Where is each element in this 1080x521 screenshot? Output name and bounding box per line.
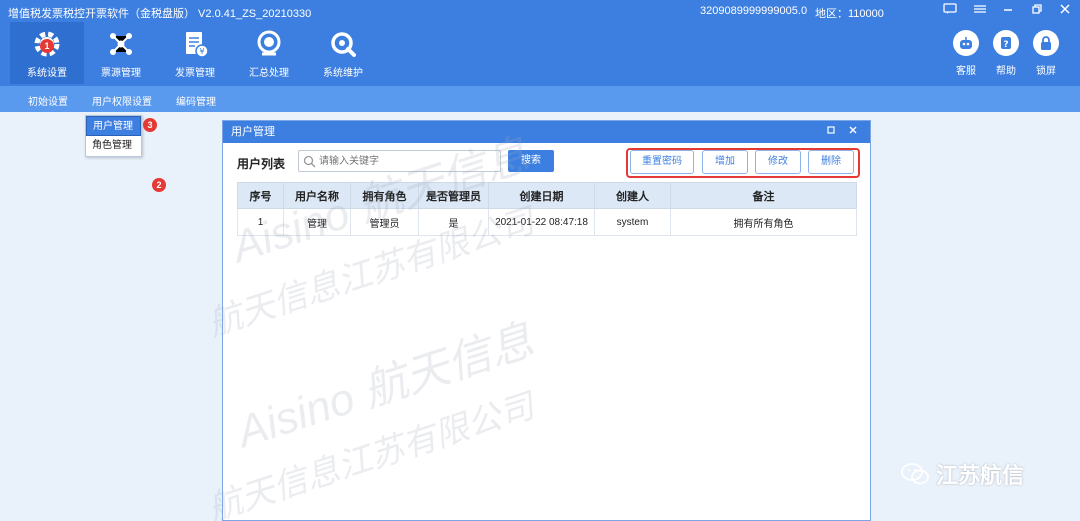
- column-header[interactable]: 拥有角色: [350, 182, 419, 209]
- table-cell: 2021-01-22 08:47:18: [488, 208, 595, 236]
- step-badge: 3: [143, 118, 157, 132]
- step-badge: 2: [152, 178, 166, 192]
- nav-label: 系统维护: [323, 68, 363, 79]
- add-button[interactable]: 增加: [702, 150, 748, 174]
- table-header-row: 序号 用户名称 拥有角色 是否管理员 创建日期 创建人 备注: [237, 182, 857, 209]
- user-management-window: 用户管理 用户列表 搜索 重置密码 增加 修改 删除 序号 用户名称 拥有角色 …: [222, 120, 871, 521]
- help-button[interactable]: ? 帮助: [986, 30, 1026, 77]
- menu-icon[interactable]: [970, 3, 990, 18]
- restore-icon[interactable]: [1027, 3, 1047, 18]
- lock-icon: [1041, 36, 1051, 50]
- subnav-user-permissions[interactable]: 用户权限设置: [92, 93, 152, 108]
- window-title-bar: 用户管理: [223, 121, 870, 143]
- right-btn-label: 客服: [956, 66, 976, 77]
- window-title: 用户管理: [231, 126, 275, 138]
- network-icon: [110, 33, 132, 55]
- right-btn-label: 帮助: [996, 66, 1016, 77]
- subnav-initial-settings[interactable]: 初始设置: [28, 93, 68, 108]
- nav-system-settings[interactable]: 系统设置 1: [10, 22, 84, 84]
- step-badge: 1: [40, 39, 54, 53]
- dropdown-item-user-management[interactable]: 用户管理: [86, 116, 141, 136]
- user-table: 序号 用户名称 拥有角色 是否管理员 创建日期 创建人 备注 1 管理 管理员 …: [237, 182, 857, 236]
- top-bar: 增值税发票税控开票软件（金税盘版） V2.0.41_ZS_20210330 32…: [0, 0, 1080, 86]
- search-input[interactable]: [319, 153, 497, 169]
- column-header[interactable]: 创建日期: [488, 182, 595, 209]
- column-header[interactable]: 备注: [670, 182, 857, 209]
- column-header[interactable]: 创建人: [594, 182, 671, 209]
- table-cell: 拥有所有角色: [670, 208, 857, 236]
- svg-text:?: ?: [1003, 40, 1008, 50]
- nav-label: 汇总处理: [249, 68, 289, 79]
- subnav-code-management[interactable]: 编码管理: [176, 93, 216, 108]
- search-button[interactable]: 搜索: [508, 150, 554, 172]
- summary-icon: [257, 30, 281, 56]
- table-cell: 1: [237, 208, 284, 236]
- column-header[interactable]: 序号: [237, 182, 284, 209]
- window-close-icon[interactable]: [842, 121, 864, 143]
- wechat-icon: [901, 463, 929, 485]
- column-header[interactable]: 是否管理员: [418, 182, 489, 209]
- nav-invoice-management[interactable]: ¥ 发票管理: [158, 22, 232, 84]
- close-icon[interactable]: [1055, 3, 1075, 18]
- permissions-dropdown: 用户管理 角色管理: [85, 115, 142, 157]
- minimize-icon[interactable]: [998, 3, 1018, 18]
- table-cell: 管理: [283, 208, 351, 236]
- chat-icon[interactable]: [940, 3, 960, 18]
- reset-password-button[interactable]: 重置密码: [630, 150, 694, 174]
- nav-label: 发票管理: [175, 68, 215, 79]
- search-field: [298, 150, 501, 172]
- right-btn-label: 锁屏: [1036, 66, 1056, 77]
- wrench-icon: [331, 32, 356, 57]
- brand-mark: 江苏航信: [900, 458, 1024, 490]
- nav-label: 票源管理: [101, 68, 141, 79]
- table-cell: system: [594, 208, 671, 236]
- lock-screen-button[interactable]: 锁屏: [1026, 30, 1066, 77]
- delete-button[interactable]: 删除: [808, 150, 854, 174]
- customer-service-button[interactable]: 客服: [946, 30, 986, 77]
- nav-system-maintenance[interactable]: 系统维护: [306, 22, 380, 84]
- list-title: 用户列表: [237, 157, 286, 171]
- edit-button[interactable]: 修改: [755, 150, 801, 174]
- tax-id: 3209089999999005.0: [700, 5, 808, 17]
- sub-nav-bar: 初始设置 用户权限设置 2 编码管理: [0, 86, 1080, 192]
- table-row[interactable]: 1 管理 管理员 是 2021-01-22 08:47:18 system 拥有…: [237, 208, 857, 236]
- nav-ticket-source[interactable]: 票源管理: [84, 22, 158, 84]
- search-icon: [303, 155, 316, 168]
- help-icon: ?: [1001, 37, 1011, 50]
- table-cell: 管理员: [350, 208, 419, 236]
- maximize-icon[interactable]: [820, 121, 842, 143]
- table-cell: 是: [418, 208, 489, 236]
- brand-text: 江苏航信: [936, 463, 1025, 488]
- app-title: 增值税发票税控开票软件（金税盘版） V2.0.41_ZS_20210330: [8, 8, 312, 20]
- nav-summary[interactable]: 汇总处理: [232, 22, 306, 84]
- region-label: 地区：110000: [815, 8, 884, 20]
- column-header[interactable]: 用户名称: [283, 182, 351, 209]
- invoice-icon: ¥: [186, 32, 209, 58]
- robot-icon: [960, 37, 972, 49]
- svg-text:¥: ¥: [199, 47, 204, 56]
- dropdown-item-role-management[interactable]: 角色管理: [86, 136, 141, 156]
- nav-label: 系统设置: [27, 68, 67, 79]
